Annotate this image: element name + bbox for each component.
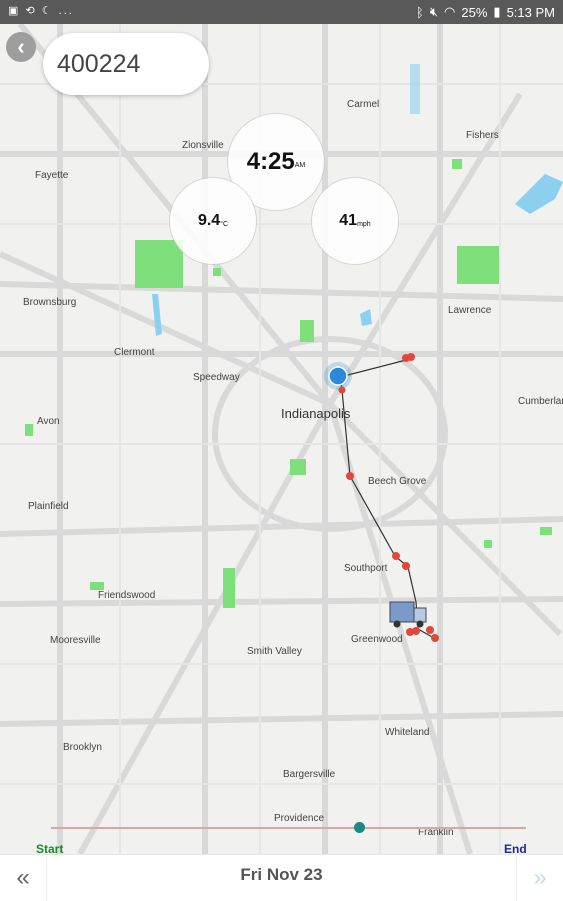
- speed-bubble: 41 mph: [312, 178, 398, 264]
- place-whiteland: Whiteland: [385, 727, 430, 738]
- battery-icon: ▮: [493, 4, 501, 19]
- place-providence: Providence: [274, 813, 325, 824]
- current-date: Fri Nov 23: [240, 865, 323, 884]
- place-plainfield: Plainfield: [28, 501, 69, 512]
- place-mooresville: Mooresville: [50, 635, 101, 646]
- temperature-unit: °C: [220, 220, 229, 228]
- place-zionsville: Zionsville: [182, 140, 224, 151]
- time-suffix: AM: [294, 161, 306, 169]
- status-right: ᛒ 🔇︎ ◠ 25% ▮ 5:13 PM: [416, 4, 555, 20]
- truck-icon[interactable]: [389, 601, 427, 628]
- mute-icon: 🔇︎: [429, 4, 439, 19]
- timeline-slider-thumb[interactable]: [354, 822, 365, 833]
- temperature-bubble: 9.4 °C: [170, 178, 256, 264]
- wifi-icon: ◠: [444, 4, 456, 19]
- place-brownsburg: Brownsburg: [23, 297, 77, 308]
- place-fayette: Fayette: [35, 170, 69, 181]
- speed-value: 41: [339, 212, 358, 229]
- date-navigation-bar: « Fri Nov 23 »: [0, 854, 563, 901]
- place-friendswood: Friendswood: [98, 590, 156, 601]
- bluetooth-icon: ᛒ: [416, 4, 424, 20]
- time-value: 4:25: [246, 148, 295, 175]
- status-left-icons: ▣ ⟲ ☾ ...: [8, 5, 74, 17]
- timeline-slider-track[interactable]: [51, 827, 526, 829]
- place-clermont: Clermont: [114, 347, 155, 358]
- status-bar: ▣ ⟲ ☾ ... ᛒ 🔇︎ ◠ 25% ▮ 5:13 PM: [0, 0, 563, 24]
- place-greenwood: Greenwood: [351, 634, 403, 645]
- double-chevron-right-icon: »: [533, 864, 547, 891]
- place-southport: Southport: [344, 563, 388, 574]
- temperature-value: 9.4: [197, 212, 221, 229]
- back-button[interactable]: ‹: [6, 32, 36, 62]
- current-location-dot[interactable]: [328, 366, 348, 386]
- place-fishers: Fishers: [466, 130, 499, 141]
- place-brooklyn: Brooklyn: [63, 742, 102, 753]
- next-day-button[interactable]: »: [516, 855, 563, 901]
- place-lawrence: Lawrence: [448, 305, 492, 316]
- place-beech-grove: Beech Grove: [368, 476, 427, 487]
- place-cumberland: Cumberland: [518, 396, 563, 407]
- place-avon: Avon: [37, 416, 60, 427]
- chevron-left-icon: ‹: [17, 34, 25, 59]
- vehicle-id: 400224: [57, 49, 141, 78]
- place-carmel: Carmel: [347, 99, 380, 110]
- place-speedway: Speedway: [193, 372, 240, 383]
- vehicle-id-field[interactable]: 400224: [43, 33, 209, 95]
- place-bargersville: Bargersville: [283, 769, 336, 780]
- clock: 5:13 PM: [506, 4, 555, 20]
- place-smith-valley: Smith Valley: [247, 646, 302, 657]
- speed-unit: mph: [357, 220, 371, 228]
- place-indianapolis: Indianapolis: [281, 406, 351, 421]
- battery-percent: 25%: [461, 4, 488, 20]
